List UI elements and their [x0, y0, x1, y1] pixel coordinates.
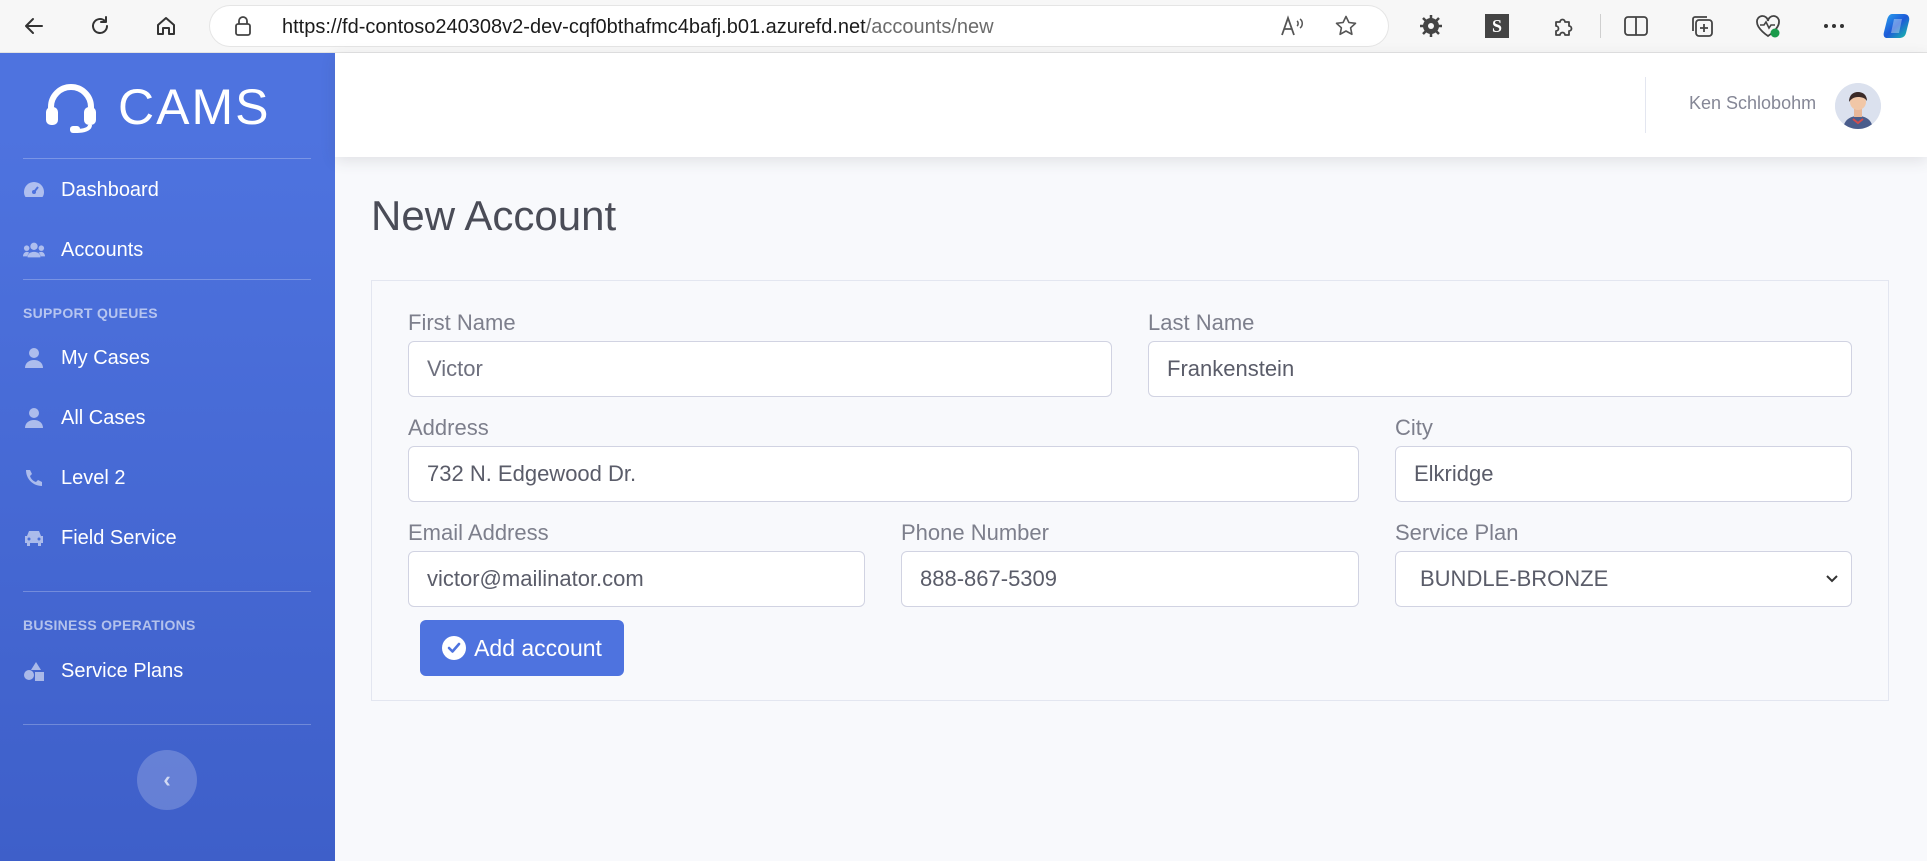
- add-account-label: Add account: [474, 634, 602, 661]
- sidebar-item-label: Dashboard: [61, 178, 159, 201]
- url-host: https://fd-contoso240308v2-dev-cqf0bthaf…: [282, 16, 866, 38]
- check-circle-icon: [442, 636, 467, 660]
- service-plan-label: Service Plan: [1395, 520, 1519, 545]
- sidebar-item-level-2[interactable]: Level 2: [23, 460, 311, 496]
- browser-toolbar: https://fd-contoso240308v2-dev-cqf0bthaf…: [0, 0, 1927, 53]
- lock-icon[interactable]: [232, 15, 254, 37]
- s-extension-icon[interactable]: S: [1481, 10, 1513, 42]
- car-icon: [23, 527, 45, 549]
- home-icon[interactable]: [148, 8, 184, 44]
- phone-label: Phone Number: [901, 520, 1049, 545]
- sidebar-toggle-button[interactable]: ‹: [137, 750, 197, 810]
- brand-link[interactable]: CAMS: [44, 73, 270, 141]
- split-screen-icon[interactable]: [1620, 10, 1652, 42]
- topbar: Ken Schlobohm: [335, 53, 1927, 157]
- read-aloud-icon[interactable]: [1278, 12, 1306, 40]
- brand-name: CAMS: [118, 79, 271, 135]
- users-icon: [23, 239, 45, 261]
- sidebar-item-label: Accounts: [61, 238, 144, 261]
- sidebar-divider: [23, 279, 311, 280]
- sidebar-item-accounts[interactable]: Accounts: [23, 232, 311, 268]
- shapes-icon: [23, 660, 45, 682]
- sidebar-item-label: Service Plans: [61, 659, 184, 682]
- sidebar-item-all-cases[interactable]: All Cases: [23, 400, 311, 436]
- first-name-field[interactable]: Victor: [408, 341, 1112, 397]
- sidebar-heading-support-queues: SUPPORT QUEUES: [23, 305, 158, 321]
- puzzle-icon[interactable]: [1548, 10, 1580, 42]
- collections-icon[interactable]: [1686, 10, 1718, 42]
- chevron-left-icon: ‹: [163, 767, 171, 792]
- user-icon: [23, 347, 45, 369]
- email-field[interactable]: victor@mailinator.com: [408, 551, 865, 607]
- browser-essentials-icon[interactable]: [1752, 10, 1784, 42]
- sidebar-divider: [23, 158, 311, 159]
- toolbar-separator: [1600, 14, 1601, 38]
- sidebar-item-label: My Cases: [61, 346, 150, 369]
- sidebar: CAMS Dashboard Accounts SUPPORT QUEUES M…: [0, 53, 335, 861]
- chevron-down-icon: [1826, 575, 1838, 583]
- page-title: New Account: [371, 192, 617, 239]
- email-label: Email Address: [408, 520, 549, 545]
- add-account-button[interactable]: Add account: [420, 620, 624, 676]
- last-name-field[interactable]: Frankenstein: [1148, 341, 1852, 397]
- phone-icon: [23, 467, 45, 489]
- last-name-label: Last Name: [1148, 310, 1255, 335]
- address-bar[interactable]: https://fd-contoso240308v2-dev-cqf0bthaf…: [210, 6, 1388, 46]
- sidebar-item-label: Field Service: [61, 526, 177, 549]
- headset-logo-icon: [46, 84, 96, 133]
- user-icon: [23, 407, 45, 429]
- sidebar-item-field-service[interactable]: Field Service: [23, 520, 311, 556]
- url-path: /accounts/new: [865, 16, 994, 38]
- address-label: Address: [408, 415, 489, 440]
- url-text[interactable]: https://fd-contoso240308v2-dev-cqf0bthaf…: [282, 16, 994, 39]
- sidebar-item-dashboard[interactable]: Dashboard: [23, 172, 311, 208]
- topbar-divider: [1645, 77, 1646, 133]
- more-icon[interactable]: [1818, 10, 1850, 42]
- sidebar-item-label: All Cases: [61, 406, 146, 429]
- avatar[interactable]: [1835, 83, 1881, 129]
- sidebar-divider: [23, 724, 311, 725]
- dashboard-gauge-icon: [23, 179, 45, 201]
- sidebar-item-service-plans[interactable]: Service Plans: [23, 653, 311, 689]
- favorite-star-icon[interactable]: [1332, 12, 1360, 40]
- sidebar-item-my-cases[interactable]: My Cases: [23, 340, 311, 376]
- sidebar-item-label: Level 2: [61, 466, 126, 489]
- sidebar-divider: [23, 591, 311, 592]
- back-arrow-icon[interactable]: [16, 8, 52, 44]
- city-field[interactable]: Elkridge: [1395, 446, 1852, 502]
- sidebar-heading-business-operations: BUSINESS OPERATIONS: [23, 617, 196, 633]
- first-name-label: First Name: [408, 310, 516, 335]
- service-plan-select[interactable]: BUNDLE-BRONZE: [1395, 551, 1852, 607]
- address-field[interactable]: 732 N. Edgewood Dr.: [408, 446, 1359, 502]
- phone-field[interactable]: 888-867-5309: [901, 551, 1359, 607]
- extension-gear-icon[interactable]: [1415, 10, 1447, 42]
- city-label: City: [1395, 415, 1433, 440]
- user-name[interactable]: Ken Schlobohm: [1689, 93, 1816, 114]
- refresh-icon[interactable]: [82, 8, 118, 44]
- copilot-icon[interactable]: [1882, 10, 1914, 42]
- service-plan-value: BUNDLE-BRONZE: [1420, 566, 1609, 591]
